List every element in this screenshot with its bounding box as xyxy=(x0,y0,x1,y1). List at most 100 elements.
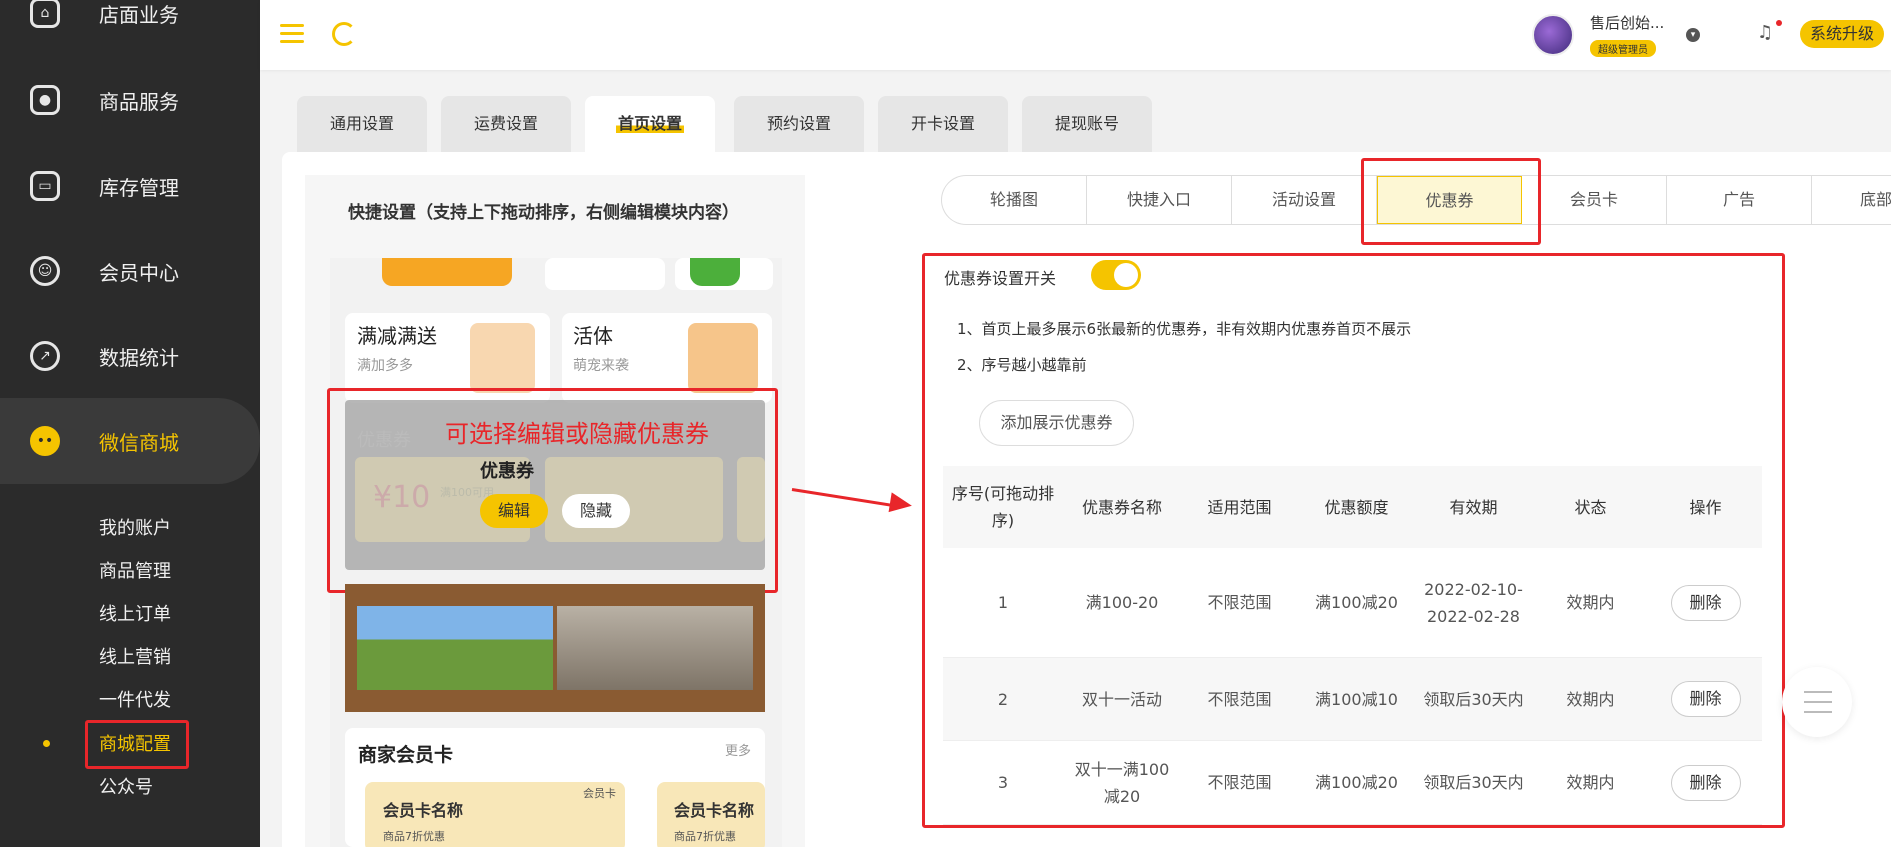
subtab-quick-entry[interactable]: 快捷入口 xyxy=(1087,176,1232,224)
banner-image xyxy=(557,606,753,690)
member-card-title: 商家会员卡 xyxy=(358,744,454,766)
more-link[interactable]: 更多 xyxy=(725,740,751,759)
tab-label: 首页设置 xyxy=(615,114,684,133)
subtab-member-card[interactable]: 会员卡 xyxy=(1522,176,1667,224)
sidebar-item-members[interactable]: ☺ 会员中心 xyxy=(0,228,260,314)
cell-no: 3 xyxy=(997,773,1009,792)
cell-amount: 满100减10 xyxy=(1315,689,1398,709)
sidebar-item-stats[interactable]: ↗ 数据统计 xyxy=(0,313,260,399)
cell-status: 效期内 xyxy=(1566,773,1615,792)
column-header: 优惠额度 xyxy=(1324,497,1389,517)
column-header: 适用范围 xyxy=(1207,497,1272,517)
cell-amount: 满100减20 xyxy=(1315,773,1398,792)
dog-icon xyxy=(688,323,758,393)
cell-valid: 2022-02-10-2022-02-28 xyxy=(1424,579,1523,626)
quick-entry-thumb xyxy=(545,258,665,290)
chevron-down-icon[interactable]: ▾ xyxy=(1686,28,1700,42)
sidebar-item-goods[interactable]: ● 商品服务 xyxy=(0,57,260,143)
sidebar-item-label: 数据统计 xyxy=(99,345,179,370)
subnav-online-marketing[interactable]: 线上营销 xyxy=(99,643,171,669)
add-coupon-button[interactable]: 添加展示优惠券 xyxy=(979,400,1134,446)
app-root: ⌂ 店面业务 ● 商品服务 ▭ 库存管理 ☺ 会员中心 ↗ 数据统计 •• 微信… xyxy=(0,0,1891,847)
highlight-box xyxy=(1361,158,1541,245)
cell-no: 2 xyxy=(997,689,1009,709)
active-dot xyxy=(43,740,50,747)
cell-action: 删除 xyxy=(1649,548,1762,657)
cell-valid: 领取后30天内 xyxy=(1423,689,1524,709)
cell-scope: 不限范围 xyxy=(1207,773,1272,792)
sidebar-item-store[interactable]: ⌂ 店面业务 xyxy=(0,0,260,56)
coupon-toggle[interactable] xyxy=(1091,260,1141,290)
subnav-goods-management[interactable]: 商品管理 xyxy=(99,557,171,583)
card-subtitle: 萌宠来袭 xyxy=(573,358,629,374)
delete-button[interactable]: 删除 xyxy=(1670,584,1741,621)
cell-scope: 不限范围 xyxy=(1207,689,1272,709)
subnav-official-account[interactable]: 公众号 xyxy=(99,773,153,799)
menu-icon[interactable] xyxy=(280,24,304,44)
box-icon: ▭ xyxy=(30,171,60,201)
table-row[interactable]: 1 满100-20 不限范围 满100减20 2022-02-10-2022-0… xyxy=(943,548,1762,658)
member-card-tag: 会员卡 xyxy=(583,787,616,800)
wechat-icon: •• xyxy=(30,426,60,456)
cell-amount: 满100减20 xyxy=(1315,593,1398,612)
highlight-box xyxy=(85,720,189,769)
avatar[interactable] xyxy=(1532,14,1574,56)
subtab-bottom-nav[interactable]: 底部导 xyxy=(1812,176,1891,224)
cell-name: 双十一活动 xyxy=(1081,689,1162,709)
card-subtitle: 满加多多 xyxy=(357,358,413,374)
tab-shipping[interactable]: 运费设置 xyxy=(441,96,571,152)
role-badge: 超级管理员 xyxy=(1590,40,1656,57)
list-menu-icon[interactable] xyxy=(1782,667,1852,737)
card-title: 满减满送 xyxy=(357,324,437,348)
tab-withdraw-account[interactable]: 提现账号 xyxy=(1022,96,1152,152)
subtab-carousel[interactable]: 轮播图 xyxy=(942,176,1087,224)
red-packet-icon xyxy=(470,323,535,393)
column-header: 操作 xyxy=(1689,497,1722,517)
tab-booking[interactable]: 预约设置 xyxy=(734,96,864,152)
note-line: 1、首页上最多展示6张最新的优惠券，非有效期内优惠券首页不展示 xyxy=(957,320,1412,338)
sidebar-item-wechat-mall[interactable]: •• 微信商城 xyxy=(0,398,260,484)
refresh-icon[interactable] xyxy=(332,22,356,46)
cell-status: 效期内 xyxy=(1566,593,1615,612)
subnav-dropshipping[interactable]: 一件代发 xyxy=(99,686,171,712)
table-row[interactable]: 2 双十一活动 不限范围 满100减10 领取后30天内 效期内 删除 xyxy=(943,658,1762,741)
subtab-ad[interactable]: 广告 xyxy=(1667,176,1812,224)
notification-dot xyxy=(1776,20,1782,26)
tab-card-opening[interactable]: 开卡设置 xyxy=(878,96,1008,152)
cell-action: 删除 xyxy=(1649,658,1762,740)
cell-scope: 不限范围 xyxy=(1207,593,1272,612)
banner-image xyxy=(357,606,553,690)
subnav-my-account[interactable]: 我的账户 xyxy=(99,514,171,540)
spell-icon xyxy=(690,258,740,286)
delete-button[interactable]: 删除 xyxy=(1670,681,1741,717)
upgrade-button[interactable]: 系统升级 xyxy=(1800,20,1885,48)
cell-name: 双十一满100减20 xyxy=(1074,759,1170,806)
cell-action: 删除 xyxy=(1649,741,1762,824)
member-card-name: 会员卡名称 xyxy=(383,801,464,820)
member-card-name: 会员卡名称 xyxy=(674,801,755,820)
subtab-activity[interactable]: 活动设置 xyxy=(1232,176,1377,224)
delete-button[interactable]: 删除 xyxy=(1670,764,1741,801)
arrow-head xyxy=(888,492,914,516)
tab-general[interactable]: 通用设置 xyxy=(297,96,427,152)
column-header: 优惠券名称 xyxy=(1081,497,1162,517)
tab-homepage[interactable]: 首页设置 xyxy=(585,96,715,152)
note-line: 2、序号越小越靠前 xyxy=(957,356,1087,374)
sidebar-item-label: 会员中心 xyxy=(99,260,179,285)
user-name[interactable]: 售后创始... xyxy=(1590,12,1664,33)
bag-icon: ● xyxy=(30,85,60,115)
card-title: 活体 xyxy=(573,324,613,348)
column-header: 序号(可拖动排序) xyxy=(951,484,1055,530)
sidebar-item-inventory[interactable]: ▭ 库存管理 xyxy=(0,143,260,229)
bell-icon[interactable]: ♫ xyxy=(1757,22,1773,43)
sidebar-item-label: 店面业务 xyxy=(99,2,179,27)
cell-valid: 领取后30天内 xyxy=(1423,773,1524,792)
table-row[interactable]: 3 双十一满100减20 不限范围 满100减20 领取后30天内 效期内 删除 xyxy=(943,741,1762,825)
member-card-desc: 商品7折优惠 xyxy=(383,830,445,843)
home-icon: ⌂ xyxy=(30,0,60,28)
sidebar-item-label: 商品服务 xyxy=(99,89,179,114)
banner-thumb xyxy=(382,258,512,286)
member-icon: ☺ xyxy=(30,256,60,286)
subnav-online-orders[interactable]: 线上订单 xyxy=(99,600,171,626)
column-header: 有效期 xyxy=(1449,497,1498,517)
